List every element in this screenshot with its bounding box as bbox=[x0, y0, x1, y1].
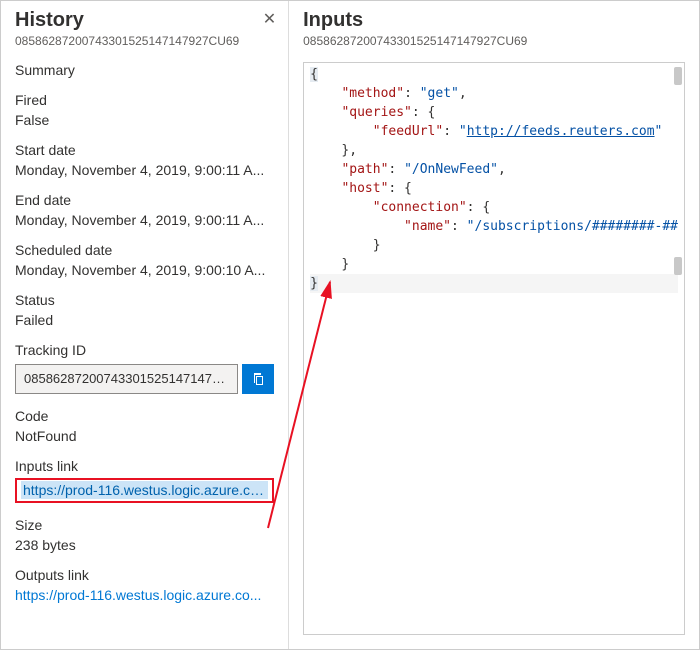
code-label: Code bbox=[15, 408, 274, 424]
summary-heading: Summary bbox=[15, 62, 274, 78]
inputs-link-highlight: https://prod-116.westus.logic.azure.co..… bbox=[15, 478, 274, 503]
inputs-title: Inputs bbox=[303, 9, 685, 32]
inputs-link[interactable]: https://prod-116.westus.logic.azure.co..… bbox=[21, 481, 268, 499]
start-date-label: Start date bbox=[15, 142, 274, 158]
json-method: get bbox=[428, 86, 451, 101]
end-date-value: Monday, November 4, 2019, 9:00:11 A... bbox=[15, 212, 274, 228]
json-path: /OnNewFeed bbox=[412, 162, 490, 177]
code-value: NotFound bbox=[15, 428, 274, 444]
size-label: Size bbox=[15, 517, 274, 533]
history-panel: ✕ History 08586287200743301525147147927C… bbox=[1, 1, 289, 649]
scrollbar-top-icon bbox=[674, 67, 682, 85]
outputs-link-label: Outputs link bbox=[15, 567, 274, 583]
scheduled-date-label: Scheduled date bbox=[15, 242, 274, 258]
start-date-value: Monday, November 4, 2019, 9:00:11 A... bbox=[15, 162, 274, 178]
json-feed-url: http://feeds.reuters.com bbox=[467, 124, 655, 139]
inputs-link-label: Inputs link bbox=[15, 458, 274, 474]
size-value: 238 bytes bbox=[15, 537, 274, 553]
json-viewer[interactable]: { "method": "get", "queries": { "feedUrl… bbox=[303, 62, 685, 635]
outputs-link[interactable]: https://prod-116.westus.logic.azure.co..… bbox=[15, 587, 274, 603]
tracking-id-field[interactable]: 085862872007433015251471479... bbox=[15, 364, 238, 394]
copy-button[interactable] bbox=[242, 364, 274, 394]
tracking-id-label: Tracking ID bbox=[15, 342, 274, 358]
status-label: Status bbox=[15, 292, 274, 308]
json-connection-name: /subscriptions/########-## bbox=[475, 219, 679, 234]
copy-icon bbox=[250, 371, 266, 387]
end-date-label: End date bbox=[15, 192, 274, 208]
close-icon[interactable]: ✕ bbox=[263, 9, 276, 29]
inputs-run-id: 08586287200743301525147147927CU69 bbox=[303, 34, 685, 48]
scheduled-date-value: Monday, November 4, 2019, 9:00:10 A... bbox=[15, 262, 274, 278]
history-title: History bbox=[15, 9, 274, 32]
history-run-id: 08586287200743301525147147927CU69 bbox=[15, 34, 274, 48]
status-value: Failed bbox=[15, 312, 274, 328]
fired-label: Fired bbox=[15, 92, 274, 108]
inputs-panel: Inputs 08586287200743301525147147927CU69… bbox=[289, 1, 699, 649]
scrollbar-bottom-icon bbox=[674, 257, 682, 275]
fired-value: False bbox=[15, 112, 274, 128]
